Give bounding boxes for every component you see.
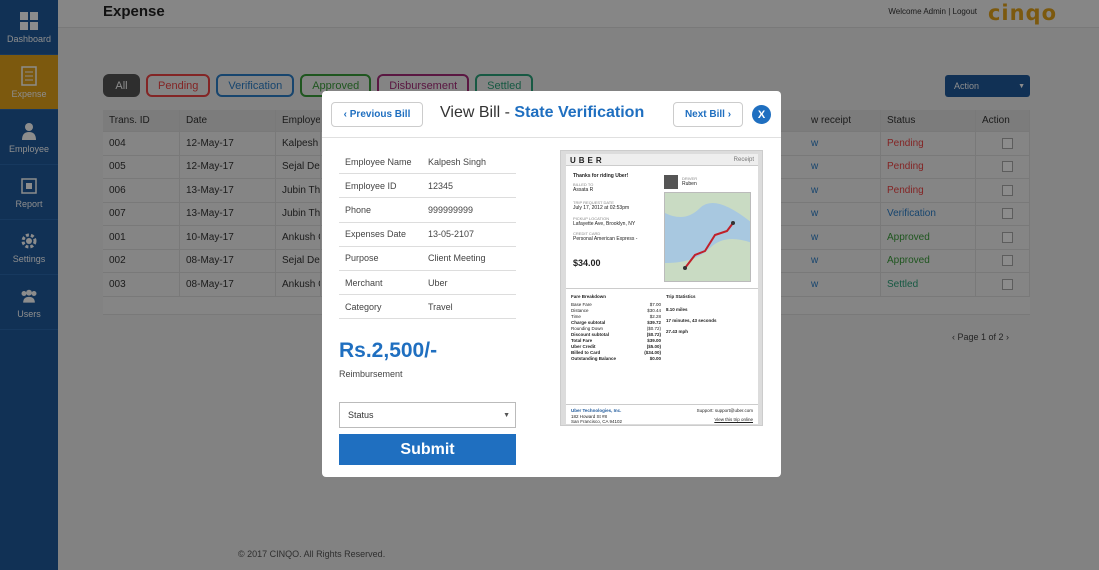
- thanks-text: Thanks for riding Uber!: [573, 173, 629, 179]
- driver-name: Ruben: [682, 181, 697, 187]
- receipt-topbar: UBER Receipt: [566, 154, 758, 166]
- receipt-label: Receipt: [733, 157, 754, 163]
- card-value: Personal American Express -: [573, 236, 638, 242]
- detail-row: Category Travel: [339, 295, 516, 320]
- trip-title: Trip Statistics: [666, 294, 696, 299]
- detail-label: Expenses Date: [345, 229, 407, 240]
- fare-label: Outstanding Balance: [571, 356, 617, 361]
- submit-button[interactable]: Submit: [339, 434, 516, 465]
- modal-title-prefix: View Bill -: [440, 104, 515, 121]
- caret-down-icon: ▼: [503, 411, 510, 419]
- detail-value: Travel: [428, 301, 453, 312]
- view-online-link: View this trip online: [714, 417, 753, 422]
- reimbursement-amount: Rs.2,500/-: [339, 339, 438, 362]
- pickup-location: Lafayette Ave, Brooklyn, NY: [573, 221, 636, 227]
- fare-value: $0.00: [649, 356, 661, 361]
- trip-map: [664, 192, 751, 282]
- close-icon[interactable]: X: [752, 105, 771, 124]
- trip-distance: 8.10 miles: [666, 307, 688, 312]
- detail-label: Employee Name: [345, 156, 412, 167]
- detail-row: Employee ID 12345: [339, 174, 516, 199]
- status-select-value: Status: [348, 410, 374, 420]
- receipt-footer: Uber Technologies, Inc. 182 Howard St #8…: [566, 404, 758, 424]
- company-address-2: San Francisco, CA 94102: [571, 419, 623, 424]
- detail-value: Kalpesh Singh: [428, 156, 487, 167]
- support-email: Support: support@uber.com: [696, 408, 753, 413]
- trip-statistics: Trip Statistics 8.10 miles 17 minutes, 4…: [666, 294, 754, 334]
- detail-value: 12345: [428, 180, 454, 191]
- company-name: Uber Technologies, Inc.: [571, 408, 622, 413]
- detail-label: Category: [345, 301, 382, 312]
- rider-name: Assata R: [573, 187, 594, 193]
- detail-value: 13-05-2107: [428, 229, 475, 240]
- trip-duration: 17 minutes, 43 seconds: [666, 318, 717, 323]
- trip-date: July 17, 2012 at 02:53pm: [573, 205, 630, 211]
- receipt-total: $34.00: [573, 258, 601, 268]
- detail-value: 999999999: [428, 204, 474, 215]
- detail-row: Merchant Uber: [339, 271, 516, 296]
- modal-header: ‹ Previous Bill View Bill - State Verifi…: [322, 91, 781, 138]
- detail-row: Employee Name Kalpesh Singh: [339, 150, 516, 175]
- view-bill-modal: ‹ Previous Bill View Bill - State Verifi…: [322, 91, 781, 477]
- receipt-divider: [566, 288, 758, 289]
- detail-label: Phone: [345, 204, 372, 215]
- previous-bill-button[interactable]: ‹ Previous Bill: [331, 102, 423, 127]
- detail-label: Purpose: [345, 253, 379, 264]
- detail-row: Expenses Date 13-05-2107: [339, 223, 516, 247]
- trip-speed: 27.43 mph: [666, 329, 689, 334]
- detail-value: Client Meeting: [428, 253, 486, 264]
- driver-avatar: [664, 175, 678, 189]
- modal-title: View Bill - State Verification: [440, 104, 644, 122]
- receipt-image[interactable]: UBER Receipt Thanks for riding Uber! BIL…: [560, 150, 763, 426]
- detail-label: Merchant: [345, 277, 383, 288]
- modal-title-highlight: State Verification: [514, 104, 645, 121]
- uber-receipt: UBER Receipt Thanks for riding Uber! BIL…: [566, 154, 758, 424]
- uber-logo: UBER: [570, 156, 605, 165]
- reimbursement-label: Reimbursement: [339, 369, 403, 379]
- bill-details: Employee Name Kalpesh Singh Employee ID 123…: [339, 150, 516, 320]
- detail-label: Employee ID: [345, 180, 397, 191]
- fare-title: Fare Breakdown: [571, 294, 607, 299]
- fare-breakdown: Fare Breakdown Base Fare $7.00 Distance $30…: [571, 294, 661, 362]
- fare-row: Outstanding Balance $0.00: [571, 356, 661, 362]
- next-bill-button[interactable]: Next Bill ›: [673, 102, 743, 127]
- status-select[interactable]: Status ▼: [339, 402, 516, 428]
- detail-value: Uber: [428, 277, 448, 288]
- detail-row: Phone 999999999: [339, 198, 516, 223]
- detail-row: Purpose Client Meeting: [339, 247, 516, 271]
